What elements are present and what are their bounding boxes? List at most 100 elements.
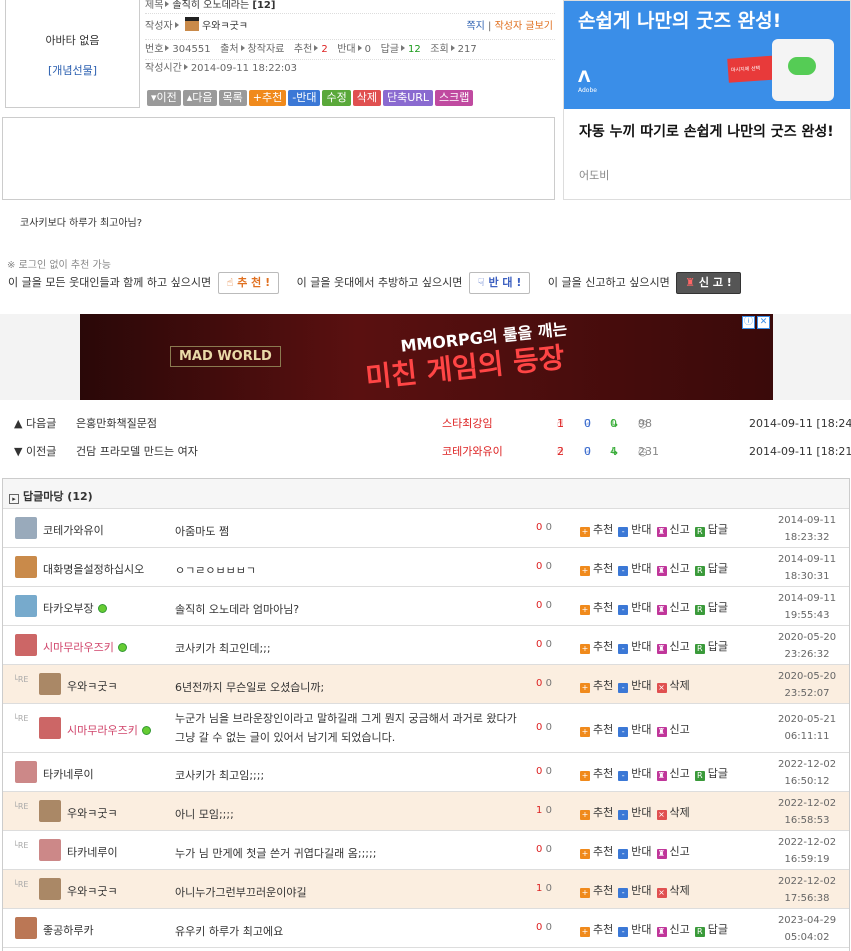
ad-right[interactable]: 손쉽게 나만의 굿즈 완성! Λ Adobe 마시지에 선택 자동 누끼 따기로…	[563, 0, 851, 200]
comment-actions: + 추천 - 반대 × 삭제	[580, 804, 695, 820]
banner-ad[interactable]: MAD WORLD MMORPG의 룰을 깨는 미친 게임의 등장 ⓘ ✕	[0, 314, 851, 400]
report-icon: ♜	[656, 927, 667, 937]
post-button-6[interactable]: 삭제	[352, 90, 381, 106]
comment-author[interactable]: 우와ㅋ굿ㅋ	[67, 805, 118, 821]
post-button-3[interactable]: +추천	[248, 90, 287, 106]
comment-author[interactable]: 타카네루이	[67, 844, 118, 860]
comment-author[interactable]: 타카오부장	[43, 600, 107, 616]
comment-date: 2020-05-21 06:11:11	[777, 714, 837, 742]
comment-reply-button[interactable]: R 답글	[694, 523, 728, 537]
comment-rec-button[interactable]: + 추천	[580, 640, 613, 654]
reply-icon: R	[694, 927, 705, 937]
post-button-4[interactable]: -반대	[288, 90, 321, 106]
recommend-button[interactable]: ☝ 추 천 !	[217, 272, 280, 294]
comment-rec-button[interactable]: + 추천	[580, 806, 613, 820]
expand-icon[interactable]: ▸	[9, 494, 19, 504]
ad-info-icon[interactable]: ⓘ	[742, 316, 755, 329]
comment-opp-button[interactable]: - 반대	[618, 523, 652, 537]
comment-rec-button[interactable]: + 추천	[580, 562, 613, 576]
comment-opp-button[interactable]: - 반대	[618, 723, 652, 737]
nav-title[interactable]: 건담 프라모델 만드는 여자	[76, 438, 198, 466]
comment-author[interactable]: 좋공하루카	[43, 922, 94, 938]
post-button-2[interactable]: 목록	[218, 90, 247, 106]
comment-opp-button[interactable]: - 반대	[618, 562, 652, 576]
comment-rec-button[interactable]: + 추천	[580, 767, 613, 781]
avatar[interactable]	[39, 717, 61, 739]
comment-opp-button[interactable]: - 반대	[618, 640, 652, 654]
oppose-button[interactable]: ☟ 반 대 !	[468, 272, 531, 294]
comment-reply-button[interactable]: R 답글	[694, 562, 728, 576]
avatar[interactable]	[39, 800, 61, 822]
comment-report-button[interactable]: ♜ 신고	[656, 640, 690, 654]
comment-report-button[interactable]: ♜ 신고	[656, 601, 690, 615]
comment-report-button[interactable]: ♜ 신고	[656, 523, 690, 537]
message-link[interactable]: 쪽지	[466, 21, 484, 32]
comment-author[interactable]: 시마무라우즈키	[43, 639, 127, 655]
comment-opp-button[interactable]: - 반대	[618, 845, 652, 859]
ad-close-icon[interactable]: ✕	[757, 316, 770, 329]
report-button[interactable]: ♜ 신 고 !	[676, 272, 741, 294]
comment-rec-button[interactable]: + 추천	[580, 523, 613, 537]
rec-label: 추천	[293, 44, 313, 55]
comment-rec-button[interactable]: + 추천	[580, 845, 613, 859]
comment-opp-button[interactable]: - 반대	[618, 923, 652, 937]
author-name[interactable]: 우와ㅋ굿ㅋ	[202, 21, 248, 32]
comment-rec-button[interactable]: + 추천	[580, 679, 613, 693]
comment-author[interactable]: 우와ㅋ굿ㅋ	[67, 883, 118, 899]
comment-author[interactable]: 대화명을설정하십시오	[43, 561, 144, 577]
post-button-0[interactable]: ▾이전	[147, 90, 181, 106]
comment-reply-button[interactable]: R 답글	[694, 640, 728, 654]
comment-rec-button[interactable]: + 추천	[580, 723, 613, 737]
comment-delete-button[interactable]: × 삭제	[656, 806, 690, 820]
avatar[interactable]	[39, 673, 61, 695]
comment-reply-button[interactable]: R 답글	[694, 923, 728, 937]
comment-date: 2023-04-29 05:04:02	[777, 915, 837, 943]
avatar[interactable]	[39, 878, 61, 900]
comment-report-button[interactable]: ♜ 신고	[656, 723, 690, 737]
ad-title[interactable]: 자동 누끼 따기로 손쉽게 나만의 굿즈 완성!	[579, 121, 839, 143]
avatar[interactable]	[15, 917, 37, 939]
comment-report-button[interactable]: ♜ 신고	[656, 923, 690, 937]
ad-headline: 손쉽게 나만의 굿즈 완성!	[578, 10, 782, 32]
comment-report-button[interactable]: ♜ 신고	[656, 845, 690, 859]
minus-icon: -	[618, 771, 629, 781]
nav-title[interactable]: 은홍만화책질문점	[76, 410, 157, 438]
avatar[interactable]	[39, 839, 61, 861]
comment-delete-button[interactable]: × 삭제	[656, 884, 690, 898]
post-button-7[interactable]: 단축URL	[382, 90, 434, 106]
comment-opp-button[interactable]: - 반대	[618, 806, 652, 820]
comment-delete-button[interactable]: × 삭제	[656, 679, 690, 693]
comment-opp-button[interactable]: - 반대	[618, 679, 652, 693]
author-posts-link[interactable]: 작성자 글보기	[495, 21, 553, 32]
prev-post-row[interactable]: ▼ 이전글 건담 프라모델 만드는 여자 코테가와유이 ☝ 2 ☟ 0 ↳ 4 ◷ 2…	[0, 438, 851, 466]
plus-icon: +	[580, 527, 590, 537]
comment-report-button[interactable]: ♜ 신고	[656, 562, 690, 576]
avatar[interactable]	[15, 517, 37, 539]
comment-author[interactable]: 코테가와유이	[43, 522, 104, 538]
comment-opp-button[interactable]: - 반대	[618, 601, 652, 615]
comment-opp-button[interactable]: - 반대	[618, 884, 652, 898]
comment-rec-button[interactable]: + 추천	[580, 601, 613, 615]
avatar[interactable]	[15, 595, 37, 617]
avatar[interactable]	[15, 634, 37, 656]
nav-author[interactable]: 코테가와유이	[442, 438, 503, 466]
comment-author[interactable]: 우와ㅋ굿ㅋ	[67, 678, 118, 694]
comment-reply-button[interactable]: R 답글	[694, 767, 728, 781]
comment-reply-button[interactable]: R 답글	[694, 601, 728, 615]
next-post-row[interactable]: ▲ 다음글 은홍만화책질문점 스타최강임 ☝ 1 ☟ 0 ↳ 0 ◷ 98 2014-…	[0, 410, 851, 438]
avatar[interactable]	[15, 761, 37, 783]
banner-image[interactable]: MAD WORLD MMORPG의 룰을 깨는 미친 게임의 등장 ⓘ ✕	[80, 314, 773, 400]
comment-opp-button[interactable]: - 반대	[618, 767, 652, 781]
comment-author[interactable]: 시마무라우즈키	[67, 722, 151, 738]
ad-image[interactable]: 손쉽게 나만의 굿즈 완성! Λ Adobe 마시지에 선택	[564, 1, 850, 109]
post-button-8[interactable]: 스크랩	[435, 90, 474, 106]
comment-author[interactable]: 타카네루이	[43, 766, 94, 782]
post-button-1[interactable]: ▴다음	[182, 90, 217, 106]
post-button-5[interactable]: 수정	[322, 90, 351, 106]
avatar[interactable]	[15, 556, 37, 578]
nav-author[interactable]: 스타최강임	[442, 410, 493, 438]
comment-rec-button[interactable]: + 추천	[580, 923, 613, 937]
comment-rec-button[interactable]: + 추천	[580, 884, 613, 898]
comment-report-button[interactable]: ♜ 신고	[656, 767, 690, 781]
gift-link[interactable]: [개념선물]	[6, 62, 139, 78]
